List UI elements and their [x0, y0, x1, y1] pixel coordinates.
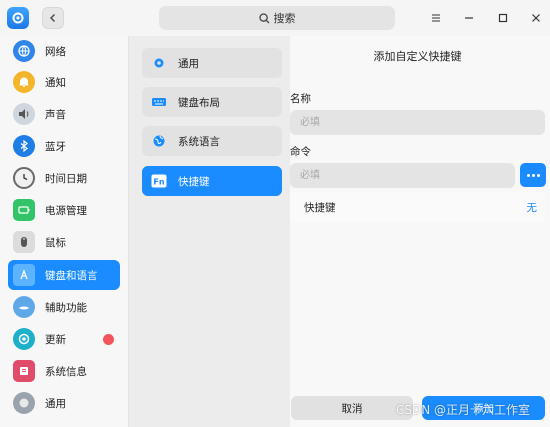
globe-icon	[151, 133, 167, 149]
sidebar-item-label: 通用	[45, 397, 66, 410]
minimize-icon	[465, 17, 473, 19]
close-icon	[532, 14, 540, 22]
system-info-icon	[13, 360, 35, 382]
add-shortcut-panel: 添加自定义快捷键 名称 命令 快捷键 无 取消 添加	[290, 36, 550, 427]
sidebar-item-label: 辅助功能	[45, 301, 87, 314]
sidebar-item-system-info[interactable]: 系统信息	[8, 356, 120, 386]
maximize-button[interactable]	[494, 9, 512, 27]
sidebar: 网络 通知 声音 蓝牙 时间日期 电源管理 鼠标 键盘和语言 辅助功能 更新 系…	[0, 36, 128, 427]
sidebar-item-label: 网络	[45, 45, 66, 58]
keyboard-language-icon	[13, 264, 35, 286]
settings-app-icon[interactable]	[7, 7, 29, 29]
submenu-item-keyboard-layout[interactable]: 键盘布局	[142, 87, 282, 117]
search-label: 搜索	[273, 12, 296, 25]
sidebar-item-general[interactable]: 通用	[8, 388, 120, 418]
general-icon	[13, 392, 35, 414]
bell-icon	[13, 71, 35, 93]
titlebar: 搜索	[0, 0, 550, 36]
battery-icon	[13, 199, 35, 221]
shortcut-row[interactable]: 快捷键 无	[290, 192, 545, 222]
back-button[interactable]	[42, 7, 64, 29]
submenu-item-general[interactable]: 通用	[142, 48, 282, 78]
search-icon	[258, 12, 269, 23]
menu-icon	[432, 14, 440, 22]
sidebar-item-label: 通知	[45, 76, 66, 89]
command-field[interactable]	[290, 163, 515, 188]
sidebar-item-power[interactable]: 电源管理	[8, 195, 120, 225]
speaker-icon	[13, 103, 35, 125]
sidebar-item-update[interactable]: 更新	[8, 324, 120, 354]
sidebar-item-accessibility[interactable]: 辅助功能	[8, 292, 120, 322]
sidebar-item-label: 更新	[45, 333, 66, 346]
close-button[interactable]	[527, 9, 545, 27]
fn-key-icon: Fn	[151, 173, 167, 189]
shortcut-value[interactable]: 无	[527, 200, 538, 215]
cancel-button[interactable]: 取消	[291, 396, 413, 420]
chevron-left-icon	[50, 14, 55, 22]
sidebar-item-keyboard-language[interactable]: 键盘和语言	[8, 260, 120, 290]
minimize-button[interactable]	[460, 9, 478, 27]
sidebar-item-datetime[interactable]: 时间日期	[8, 163, 120, 193]
command-label: 命令	[290, 146, 311, 158]
sidebar-item-label: 时间日期	[45, 172, 87, 185]
bluetooth-icon	[13, 135, 35, 157]
submenu-item-label: 键盘布局	[178, 96, 220, 109]
update-badge	[103, 334, 114, 345]
shortcut-label: 快捷键	[304, 201, 336, 214]
more-icon	[526, 173, 530, 177]
browse-command-button[interactable]	[520, 163, 546, 187]
submenu-item-label: 快捷键	[178, 175, 210, 188]
add-button[interactable]: 添加	[422, 396, 545, 420]
sidebar-item-label: 键盘和语言	[45, 269, 98, 282]
sidebar-item-label: 电源管理	[45, 204, 87, 217]
maximize-icon	[498, 13, 508, 23]
keyboard-submenu: 通用 键盘布局 系统语言 Fn 快捷键	[128, 36, 290, 427]
search-box[interactable]: 搜索	[159, 6, 395, 30]
clock-icon	[13, 167, 35, 189]
name-label: 名称	[290, 93, 311, 105]
sidebar-item-sound[interactable]: 声音	[8, 99, 120, 129]
update-icon	[13, 328, 35, 350]
sidebar-item-network[interactable]: 网络	[8, 36, 120, 66]
accessibility-icon	[13, 296, 35, 318]
submenu-item-shortcuts[interactable]: Fn 快捷键	[142, 166, 282, 196]
submenu-item-label: 通用	[178, 57, 199, 70]
panel-title: 添加自定义快捷键	[373, 50, 462, 63]
sidebar-item-mouse[interactable]: 鼠标	[8, 227, 120, 257]
menu-button[interactable]	[427, 9, 445, 27]
gear-icon	[151, 55, 167, 71]
network-icon	[13, 40, 35, 62]
sidebar-item-notification[interactable]: 通知	[8, 67, 120, 97]
mouse-icon	[13, 231, 35, 253]
sidebar-item-label: 蓝牙	[45, 140, 66, 153]
keyboard-icon	[151, 94, 167, 110]
sidebar-item-bluetooth[interactable]: 蓝牙	[8, 131, 120, 161]
sidebar-item-label: 系统信息	[45, 365, 87, 378]
submenu-item-system-language[interactable]: 系统语言	[142, 126, 282, 156]
submenu-item-label: 系统语言	[178, 135, 220, 148]
sidebar-item-label: 声音	[45, 108, 66, 121]
name-field[interactable]	[290, 110, 545, 135]
sidebar-item-label: 鼠标	[45, 236, 66, 249]
svg-text:Fn: Fn	[153, 178, 164, 187]
